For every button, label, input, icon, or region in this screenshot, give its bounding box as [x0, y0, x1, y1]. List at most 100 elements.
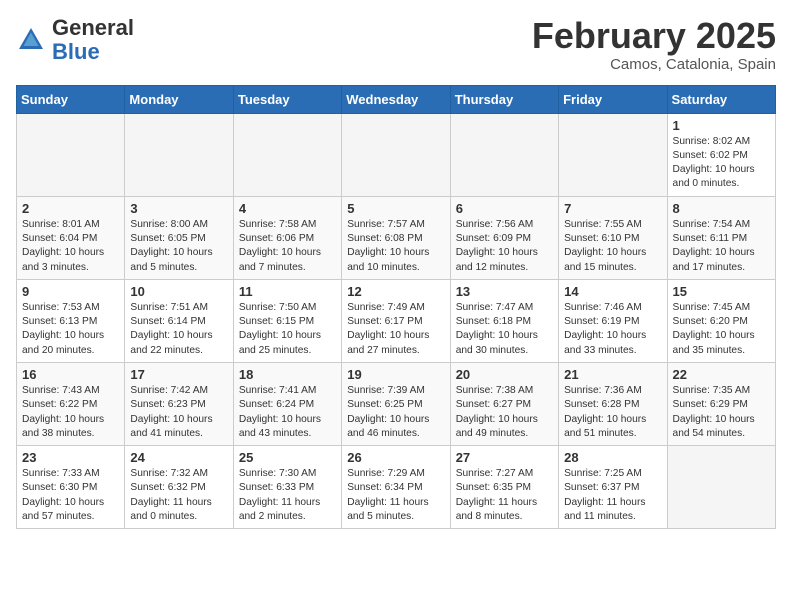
- day-info: Sunrise: 7:30 AM Sunset: 6:33 PM Dayligh…: [239, 467, 336, 524]
- calendar-week-row: 23Sunrise: 7:33 AM Sunset: 6:30 PM Dayli…: [17, 446, 776, 529]
- day-number: 8: [673, 201, 770, 216]
- calendar-week-row: 1 Sunrise: 8:02 AM Sunset: 6:02 PM Daylig…: [17, 113, 776, 196]
- calendar-cell: 16 Sunrise: 7:43 AM Sunset: 6:22 PM Dayli…: [17, 362, 125, 445]
- calendar-cell: 3 Sunrise: 8:00 AM Sunset: 6:05 PM Daylig…: [125, 196, 233, 279]
- title-block: February 2025 Camos, Catalonia, Spain: [532, 16, 776, 73]
- calendar-cell: [559, 113, 667, 196]
- month-title: February 2025: [532, 16, 776, 56]
- day-of-week-header: Thursday: [450, 85, 558, 113]
- day-number: 14: [564, 284, 661, 299]
- location: Camos, Catalonia, Spain: [532, 56, 776, 73]
- calendar-cell: 8 Sunrise: 7:54 AM Sunset: 6:11 PM Daylig…: [667, 196, 775, 279]
- day-info: Sunrise: 7:29 AM Sunset: 6:34 PM Dayligh…: [347, 467, 444, 524]
- calendar-cell: 26 Sunrise: 7:29 AM Sunset: 6:34 PM Dayli…: [342, 446, 450, 529]
- calendar-cell: 10 Sunrise: 7:51 AM Sunset: 6:14 PM Dayli…: [125, 279, 233, 362]
- day-number: 11: [239, 284, 336, 299]
- day-number: 28: [564, 450, 661, 465]
- calendar-cell: 27 Sunrise: 7:27 AM Sunset: 6:35 PM Dayli…: [450, 446, 558, 529]
- calendar-cell: [667, 446, 775, 529]
- day-of-week-header: Sunday: [17, 85, 125, 113]
- calendar-cell: 1 Sunrise: 8:02 AM Sunset: 6:02 PM Daylig…: [667, 113, 775, 196]
- calendar-cell: 19 Sunrise: 7:39 AM Sunset: 6:25 PM Dayli…: [342, 362, 450, 445]
- day-info: Sunrise: 7:39 AM Sunset: 6:25 PM Dayligh…: [347, 384, 444, 441]
- day-info: Sunrise: 7:50 AM Sunset: 6:15 PM Dayligh…: [239, 301, 336, 358]
- day-number: 4: [239, 201, 336, 216]
- day-number: 26: [347, 450, 444, 465]
- calendar-cell: [342, 113, 450, 196]
- day-number: 22: [673, 367, 770, 382]
- day-number: 10: [130, 284, 227, 299]
- day-info: Sunrise: 7:49 AM Sunset: 6:17 PM Dayligh…: [347, 301, 444, 358]
- day-number: 7: [564, 201, 661, 216]
- day-info: Sunrise: 8:00 AM Sunset: 6:05 PM Dayligh…: [130, 218, 227, 275]
- calendar-week-row: 2 Sunrise: 8:01 AM Sunset: 6:04 PM Daylig…: [17, 196, 776, 279]
- calendar-cell: 11 Sunrise: 7:50 AM Sunset: 6:15 PM Dayli…: [233, 279, 341, 362]
- calendar-week-row: 9 Sunrise: 7:53 AM Sunset: 6:13 PM Daylig…: [17, 279, 776, 362]
- day-number: 27: [456, 450, 553, 465]
- day-of-week-header: Tuesday: [233, 85, 341, 113]
- calendar-cell: 12 Sunrise: 7:49 AM Sunset: 6:17 PM Dayli…: [342, 279, 450, 362]
- day-number: 21: [564, 367, 661, 382]
- day-info: Sunrise: 8:02 AM Sunset: 6:02 PM Dayligh…: [673, 135, 770, 192]
- calendar-cell: [233, 113, 341, 196]
- day-info: Sunrise: 7:25 AM Sunset: 6:37 PM Dayligh…: [564, 467, 661, 524]
- calendar-cell: 2 Sunrise: 8:01 AM Sunset: 6:04 PM Daylig…: [17, 196, 125, 279]
- day-number: 17: [130, 367, 227, 382]
- calendar-cell: [450, 113, 558, 196]
- day-info: Sunrise: 8:01 AM Sunset: 6:04 PM Dayligh…: [22, 218, 119, 275]
- day-number: 6: [456, 201, 553, 216]
- calendar-cell: 14 Sunrise: 7:46 AM Sunset: 6:19 PM Dayli…: [559, 279, 667, 362]
- day-of-week-header: Saturday: [667, 85, 775, 113]
- calendar-cell: 18 Sunrise: 7:41 AM Sunset: 6:24 PM Dayli…: [233, 362, 341, 445]
- calendar-cell: 24Sunrise: 7:32 AM Sunset: 6:32 PM Dayli…: [125, 446, 233, 529]
- day-number: 3: [130, 201, 227, 216]
- day-info: Sunrise: 7:35 AM Sunset: 6:29 PM Dayligh…: [673, 384, 770, 441]
- day-number: 12: [347, 284, 444, 299]
- calendar-cell: 9 Sunrise: 7:53 AM Sunset: 6:13 PM Daylig…: [17, 279, 125, 362]
- logo: General Blue: [16, 16, 134, 64]
- calendar-cell: 4 Sunrise: 7:58 AM Sunset: 6:06 PM Daylig…: [233, 196, 341, 279]
- day-number: 13: [456, 284, 553, 299]
- day-number: 1: [673, 118, 770, 133]
- day-info: Sunrise: 7:58 AM Sunset: 6:06 PM Dayligh…: [239, 218, 336, 275]
- calendar-cell: 17Sunrise: 7:42 AM Sunset: 6:23 PM Dayli…: [125, 362, 233, 445]
- calendar-cell: 22 Sunrise: 7:35 AM Sunset: 6:29 PM Dayli…: [667, 362, 775, 445]
- calendar-cell: 5Sunrise: 7:57 AM Sunset: 6:08 PM Daylig…: [342, 196, 450, 279]
- calendar-cell: 28 Sunrise: 7:25 AM Sunset: 6:37 PM Dayli…: [559, 446, 667, 529]
- calendar-cell: 20 Sunrise: 7:38 AM Sunset: 6:27 PM Dayli…: [450, 362, 558, 445]
- calendar-cell: [17, 113, 125, 196]
- day-info: Sunrise: 7:27 AM Sunset: 6:35 PM Dayligh…: [456, 467, 553, 524]
- day-number: 15: [673, 284, 770, 299]
- day-info: Sunrise: 7:33 AM Sunset: 6:30 PM Dayligh…: [22, 467, 119, 524]
- day-info: Sunrise: 7:45 AM Sunset: 6:20 PM Dayligh…: [673, 301, 770, 358]
- logo-icon: [16, 25, 46, 55]
- day-number: 24: [130, 450, 227, 465]
- day-number: 9: [22, 284, 119, 299]
- day-info: Sunrise: 7:36 AM Sunset: 6:28 PM Dayligh…: [564, 384, 661, 441]
- calendar-cell: 15 Sunrise: 7:45 AM Sunset: 6:20 PM Dayli…: [667, 279, 775, 362]
- header-row: SundayMondayTuesdayWednesdayThursdayFrid…: [17, 85, 776, 113]
- day-info: Sunrise: 7:41 AM Sunset: 6:24 PM Dayligh…: [239, 384, 336, 441]
- day-number: 20: [456, 367, 553, 382]
- calendar: SundayMondayTuesdayWednesdayThursdayFrid…: [16, 85, 776, 530]
- day-of-week-header: Friday: [559, 85, 667, 113]
- calendar-cell: 25 Sunrise: 7:30 AM Sunset: 6:33 PM Dayli…: [233, 446, 341, 529]
- day-info: Sunrise: 7:56 AM Sunset: 6:09 PM Dayligh…: [456, 218, 553, 275]
- day-info: Sunrise: 7:43 AM Sunset: 6:22 PM Dayligh…: [22, 384, 119, 441]
- day-info: Sunrise: 7:53 AM Sunset: 6:13 PM Dayligh…: [22, 301, 119, 358]
- day-number: 18: [239, 367, 336, 382]
- day-info: Sunrise: 7:55 AM Sunset: 6:10 PM Dayligh…: [564, 218, 661, 275]
- day-number: 19: [347, 367, 444, 382]
- day-number: 16: [22, 367, 119, 382]
- day-info: Sunrise: 7:46 AM Sunset: 6:19 PM Dayligh…: [564, 301, 661, 358]
- day-info: Sunrise: 7:51 AM Sunset: 6:14 PM Dayligh…: [130, 301, 227, 358]
- day-of-week-header: Monday: [125, 85, 233, 113]
- day-number: 25: [239, 450, 336, 465]
- calendar-cell: 21 Sunrise: 7:36 AM Sunset: 6:28 PM Dayli…: [559, 362, 667, 445]
- day-info: Sunrise: 7:57 AM Sunset: 6:08 PM Dayligh…: [347, 218, 444, 275]
- day-info: Sunrise: 7:54 AM Sunset: 6:11 PM Dayligh…: [673, 218, 770, 275]
- day-info: Sunrise: 7:38 AM Sunset: 6:27 PM Dayligh…: [456, 384, 553, 441]
- calendar-cell: 7 Sunrise: 7:55 AM Sunset: 6:10 PM Daylig…: [559, 196, 667, 279]
- page-header: General Blue February 2025 Camos, Catalo…: [16, 16, 776, 73]
- day-number: 2: [22, 201, 119, 216]
